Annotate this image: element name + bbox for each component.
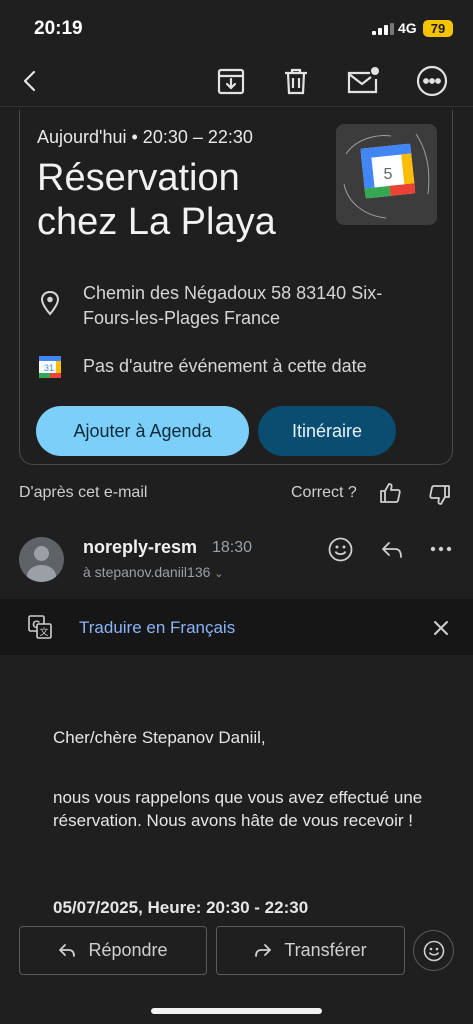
calendar-small-icon: 31 xyxy=(39,356,61,378)
back-button[interactable] xyxy=(12,62,50,100)
event-location: Chemin des Négadoux 58 83140 Six-Fours-l… xyxy=(83,283,383,328)
recipient-text: à stepanov.daniil136 xyxy=(83,564,211,580)
delete-button[interactable] xyxy=(277,62,315,100)
sent-time: 18:30 xyxy=(212,539,253,556)
back-arrow-icon xyxy=(23,70,36,92)
more-icon xyxy=(416,65,448,97)
thumbs-up-icon[interactable] xyxy=(378,481,402,505)
sender-name: noreply-resm xyxy=(83,537,198,557)
emoji-reaction-icon[interactable] xyxy=(328,537,353,562)
reply-button[interactable]: Répondre xyxy=(19,926,207,975)
svg-text:文: 文 xyxy=(39,626,48,637)
reply-arrow-icon xyxy=(59,943,76,957)
battery-indicator: 79 xyxy=(423,20,453,37)
event-title: Réservation chez La Playa xyxy=(37,157,276,243)
source-label: D'après cet e-mail xyxy=(19,484,148,501)
translate-bar xyxy=(0,599,473,655)
reply-icon[interactable] xyxy=(380,540,404,560)
calendar-icon: 5 xyxy=(343,133,430,219)
header-divider xyxy=(0,106,473,107)
calendar-illustration: 5 xyxy=(336,124,437,225)
emoji-button[interactable] xyxy=(413,930,454,971)
reservation-datetime: 05/07/2025, Heure: 20:30 - 22:30 xyxy=(53,898,309,917)
more-icon[interactable] xyxy=(430,545,452,553)
correct-question: Correct ? xyxy=(291,484,357,501)
chevron-down-icon: ⌄ xyxy=(214,568,224,580)
location-pin-icon xyxy=(40,290,60,316)
thumbs-down-icon[interactable] xyxy=(428,483,452,507)
calendar-day: 5 xyxy=(384,166,393,183)
avatar[interactable] xyxy=(19,537,64,582)
network-type: 4G xyxy=(398,20,417,36)
translate-link[interactable]: Traduire en Français xyxy=(79,618,235,638)
add-to-agenda-button[interactable]: Ajouter à Agenda xyxy=(36,406,249,456)
mark-unread-button[interactable] xyxy=(344,62,382,100)
availability-text: Pas d'autre événement à cette date xyxy=(83,356,367,376)
mark-unread-icon xyxy=(347,67,379,94)
close-icon[interactable] xyxy=(433,620,449,636)
forward-arrow-icon xyxy=(255,943,272,957)
forward-label: Transférer xyxy=(284,940,367,960)
archive-icon xyxy=(217,68,245,95)
itinerary-button[interactable]: Itinéraire xyxy=(258,406,396,456)
archive-button[interactable] xyxy=(212,62,250,100)
signal-icon xyxy=(372,23,394,35)
forward-button[interactable]: Transférer xyxy=(216,926,405,975)
event-date: Aujourd'hui • 20:30 – 22:30 xyxy=(37,127,253,147)
translate-icon: G 文 xyxy=(28,615,52,639)
emoji-icon xyxy=(423,940,444,961)
trash-icon xyxy=(285,68,307,95)
reply-label: Répondre xyxy=(88,940,168,960)
home-indicator[interactable] xyxy=(151,1008,322,1014)
body-paragraph: nous vous rappelons que vous avez effect… xyxy=(53,788,423,830)
greeting-text: Cher/chère Stepanov Daniil, xyxy=(53,728,266,747)
svg-text:31: 31 xyxy=(44,363,54,373)
status-time: 20:19 xyxy=(34,18,83,39)
recipient-details[interactable]: à stepanov.daniil136 ⌄ xyxy=(83,564,224,580)
more-options-button[interactable] xyxy=(413,62,451,100)
